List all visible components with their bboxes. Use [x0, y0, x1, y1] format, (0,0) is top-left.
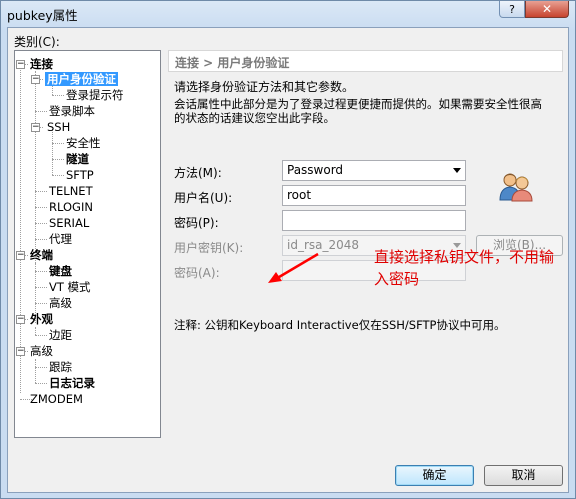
- collapse-toggle-auth[interactable]: −: [31, 75, 40, 84]
- tree-item-connection[interactable]: 连接: [30, 57, 53, 71]
- help-button[interactable]: ?: [499, 1, 525, 18]
- tree-item-rlogin[interactable]: RLOGIN: [49, 200, 93, 214]
- section-header: 连接 > 用户身份验证: [168, 50, 563, 72]
- panel-description: 请选择身份验证方法和其它参数。: [174, 80, 355, 94]
- collapse-toggle-ssh[interactable]: −: [31, 123, 40, 132]
- tree-item-serial[interactable]: SERIAL: [49, 216, 89, 230]
- tree-item-keyboard[interactable]: 键盘: [49, 264, 72, 278]
- window-title: pubkey属性: [7, 8, 78, 23]
- tree-item-zmodem[interactable]: ZMODEM: [30, 392, 83, 406]
- protocol-note: 注释: 公钥和Keyboard Interactive仅在SSH/SFTP协议中…: [174, 318, 506, 332]
- username-label: 用户名(U):: [174, 191, 233, 205]
- tree-item-auth[interactable]: 用户身份验证: [45, 72, 118, 86]
- tree-item-telnet[interactable]: TELNET: [49, 184, 93, 198]
- collapse-toggle-terminal[interactable]: −: [16, 251, 25, 260]
- tree-item-login-prompt[interactable]: 登录提示符: [66, 88, 124, 102]
- password-label: 密码(P):: [174, 216, 219, 230]
- tree-item-trace[interactable]: 跟踪: [49, 360, 72, 374]
- tree-item-ssh[interactable]: SSH: [47, 120, 70, 134]
- tree-item-appearance[interactable]: 外观: [30, 312, 53, 326]
- close-button[interactable]: ✕: [525, 1, 569, 18]
- tree-item-sftp[interactable]: SFTP: [66, 168, 94, 182]
- properties-dialog: pubkey属性 ? ✕ 类别(C): − − − − − − 连接 用户身份验…: [0, 0, 576, 499]
- tree-item-tunnel[interactable]: 隧道: [66, 152, 89, 166]
- panel-note-line2: 的状态的话建议您空出此字段。: [174, 111, 335, 125]
- username-input[interactable]: root: [282, 185, 466, 206]
- ok-button[interactable]: 确定: [395, 465, 474, 486]
- chevron-down-icon: [453, 168, 461, 173]
- method-label: 方法(M):: [174, 166, 222, 180]
- method-select-value: Password: [287, 163, 344, 177]
- method-select[interactable]: Password: [282, 160, 466, 181]
- password-input[interactable]: [282, 210, 466, 231]
- tree-item-proxy[interactable]: 代理: [49, 232, 72, 246]
- category-label: 类别(C):: [14, 35, 60, 49]
- tree-item-terminal[interactable]: 终端: [30, 248, 53, 262]
- tree-item-advanced[interactable]: 高级: [30, 344, 53, 358]
- title-bar[interactable]: pubkey属性 ? ✕: [1, 1, 575, 27]
- collapse-toggle-appearance[interactable]: −: [16, 315, 25, 324]
- users-icon: [499, 173, 533, 202]
- breadcrumb: 连接 > 用户身份验证: [175, 56, 290, 70]
- collapse-toggle-advanced[interactable]: −: [16, 347, 25, 356]
- annotation-arrow-icon: [268, 252, 319, 283]
- tree-item-margin[interactable]: 边距: [49, 328, 72, 342]
- passphrase-label: 密码(A):: [174, 266, 220, 280]
- tree-item-terminal-advanced[interactable]: 高级: [49, 296, 72, 310]
- collapse-toggle-connection[interactable]: −: [16, 60, 25, 69]
- tree-item-security[interactable]: 安全性: [66, 136, 101, 150]
- cancel-button[interactable]: 取消: [484, 465, 563, 486]
- category-tree[interactable]: − − − − − − 连接 用户身份验证 登录提示符 登录脚本 SSH 安全性…: [14, 50, 161, 438]
- annotation-text: 直接选择私钥文件，不用输入密码: [374, 248, 555, 288]
- userkey-label: 用户密钥(K):: [174, 241, 244, 255]
- tree-item-login-script[interactable]: 登录脚本: [49, 104, 95, 118]
- tree-item-logging[interactable]: 日志记录: [49, 376, 95, 390]
- tree-item-vt-mode[interactable]: VT 模式: [49, 280, 91, 294]
